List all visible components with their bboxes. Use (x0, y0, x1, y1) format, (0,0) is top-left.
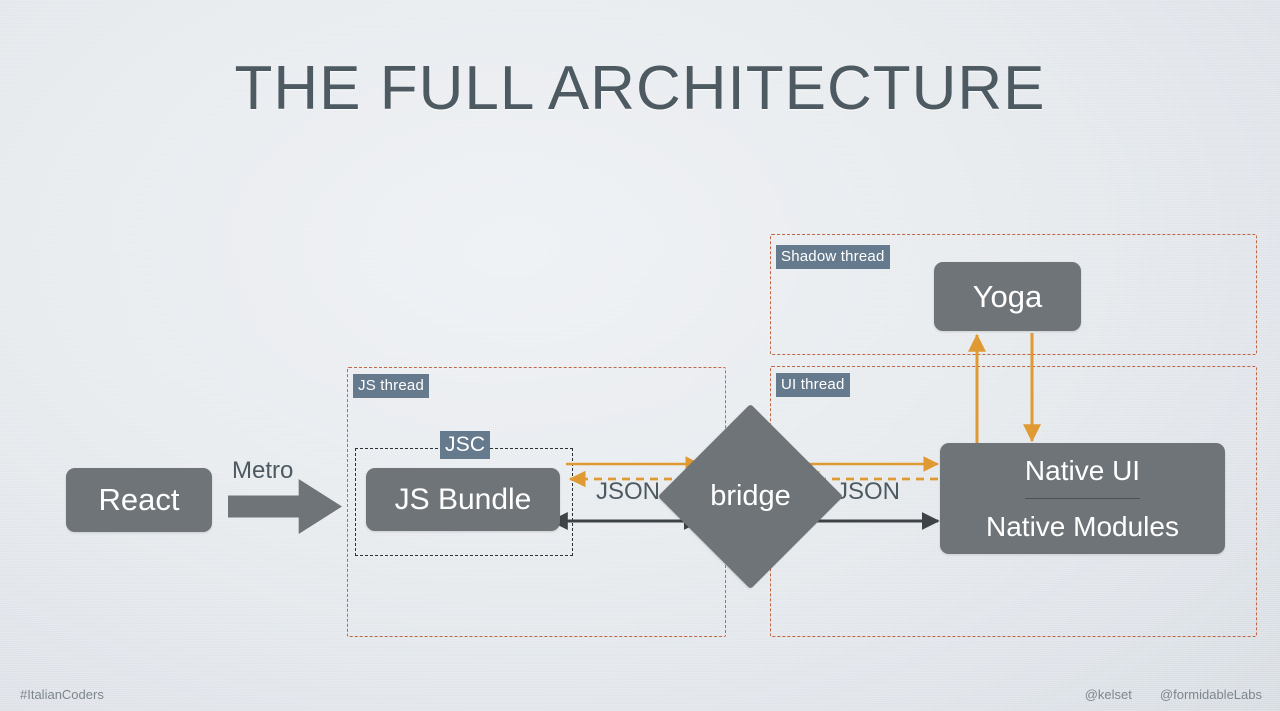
edge-label-json-right: JSON (836, 478, 901, 505)
footer-handles: @kelset @formidableLabs (1085, 687, 1262, 702)
region-tag-ui-thread: UI thread (776, 373, 850, 397)
page-title: THE FULL ARCHITECTURE (234, 54, 1046, 123)
node-yoga[interactable]: Yoga (934, 262, 1081, 331)
slide-canvas: THE FULL ARCHITECTURE JS thread Shadow t… (0, 0, 1280, 711)
metro-block-arrow-icon (228, 479, 342, 534)
edge-label-json-left: JSON (596, 478, 661, 505)
region-tag-shadow-thread: Shadow thread (776, 245, 890, 269)
node-react[interactable]: React (66, 468, 212, 532)
edge-label-metro: Metro (232, 457, 294, 484)
footer-handle-author: @kelset (1084, 687, 1132, 702)
footer-hashtag: #ItalianCoders (20, 687, 104, 702)
node-native-modules-label: Native Modules (986, 510, 1179, 542)
node-bridge-label: bridge (710, 480, 791, 512)
region-tag-js-thread: JS thread (353, 374, 430, 398)
region-tag-jsc: JSC (440, 431, 491, 459)
node-native-stack[interactable]: Native UI Native Modules (940, 443, 1225, 554)
node-native-ui-label: Native UI (1024, 443, 1141, 499)
node-bridge[interactable]: bridge (657, 403, 844, 590)
node-react-label: React (98, 482, 180, 517)
node-js-bundle-label: JS Bundle (394, 482, 532, 516)
node-js-bundle[interactable]: JS Bundle (366, 468, 560, 531)
node-yoga-label: Yoga (972, 278, 1043, 314)
footer-handle-org: @formidableLabs (1159, 687, 1262, 702)
